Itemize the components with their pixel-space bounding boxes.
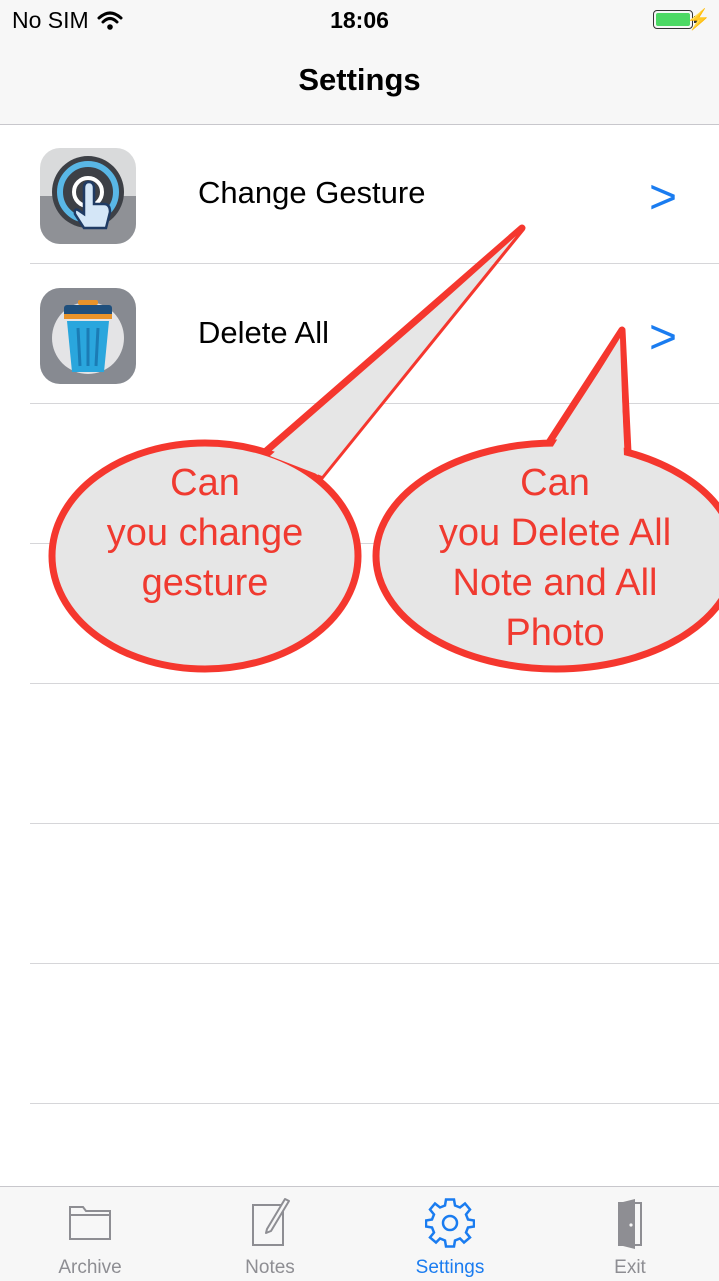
status-time: 18:06 [330,7,389,33]
touch-gesture-icon [40,148,136,244]
tab-settings[interactable]: Settings [360,1187,540,1281]
charging-bolt-icon: ⚡ [686,9,711,31]
empty-row [0,684,719,824]
folder-icon [69,1206,111,1240]
tab-label: Exit [614,1257,646,1278]
empty-row [0,964,719,1104]
chevron-right-icon: > [648,171,677,224]
chevron-right-icon: > [648,311,677,364]
tab-label: Notes [245,1257,295,1278]
empty-row [0,404,719,544]
navigation-bar: Settings [0,40,719,125]
empty-row [0,824,719,964]
trash-can-icon [40,288,136,384]
tab-notes[interactable]: Notes [180,1187,360,1281]
status-bar: No SIM 18:06 ⚡ [0,0,719,40]
settings-list: Change Gesture > Delete All > [0,124,719,1104]
door-icon [618,1199,642,1249]
tab-bar: Archive Notes Settings Exit [0,1186,719,1281]
gear-icon [425,1198,475,1248]
tab-label: Archive [58,1257,122,1278]
settings-row-change-gesture[interactable]: Change Gesture > [0,124,719,264]
tab-exit[interactable]: Exit [540,1187,719,1281]
empty-row [0,544,719,684]
row-label: Change Gesture [198,175,426,210]
page-title: Settings [298,62,421,97]
note-pencil-icon [252,1198,290,1246]
settings-row-delete-all[interactable]: Delete All > [0,264,719,404]
tab-label: Settings [415,1257,485,1278]
row-label: Delete All [198,315,329,350]
tab-archive[interactable]: Archive [0,1187,180,1281]
